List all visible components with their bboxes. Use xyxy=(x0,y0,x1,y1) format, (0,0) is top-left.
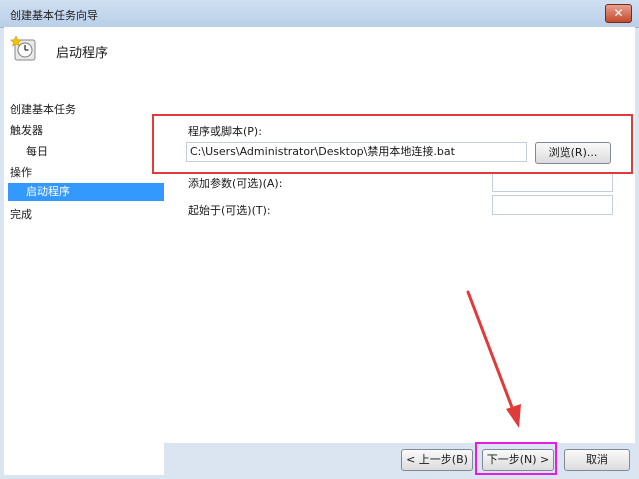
cancel-button[interactable]: 取消 xyxy=(564,449,630,471)
back-button[interactable]: < 上一步(B) xyxy=(401,449,473,471)
page-title: 启动程序 xyxy=(56,46,109,61)
program-highlight-box xyxy=(152,114,633,174)
close-button[interactable]: ✕ xyxy=(605,4,632,23)
next-highlight-box xyxy=(475,442,557,475)
title-bar: 创建基本任务向导 ✕ xyxy=(0,0,639,28)
clock-icon xyxy=(10,35,36,61)
window-title: 创建基本任务向导 xyxy=(10,9,98,22)
step-daily[interactable]: 每日 xyxy=(26,143,48,159)
start-in-input[interactable] xyxy=(492,195,613,215)
wizard-steps-sidebar: 创建基本任务 触发器 每日 操作 启动程序 完成 xyxy=(4,101,166,475)
close-icon: ✕ xyxy=(613,6,624,20)
arguments-input[interactable] xyxy=(492,172,613,192)
step-action[interactable]: 操作 xyxy=(10,164,32,180)
step-trigger[interactable]: 触发器 xyxy=(10,122,43,138)
step-start-program[interactable]: 启动程序 xyxy=(8,183,166,201)
start-in-label: 起始于(可选)(T): xyxy=(188,204,271,217)
step-create-basic-task[interactable]: 创建基本任务 xyxy=(10,101,76,117)
wizard-header: 启动程序 xyxy=(4,27,635,102)
step-finish[interactable]: 完成 xyxy=(10,206,32,222)
arguments-label: 添加参数(可选)(A): xyxy=(188,177,283,190)
